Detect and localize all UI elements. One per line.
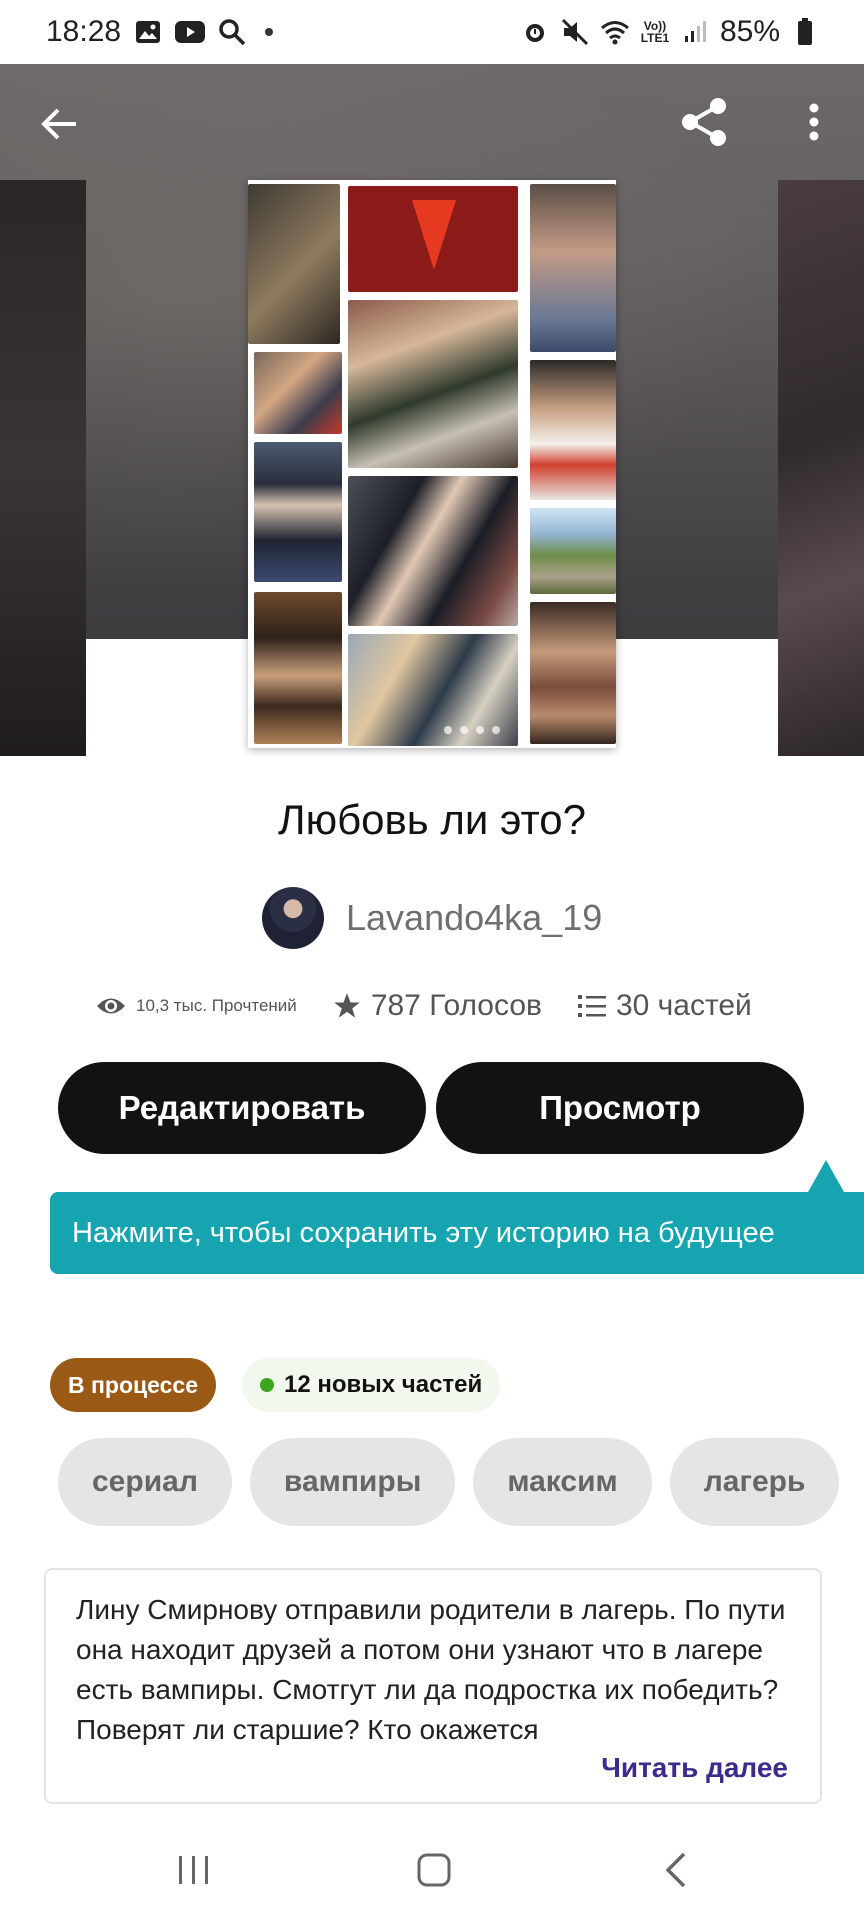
status-left: 18:28: [46, 15, 274, 49]
tag-chip[interactable]: максим: [473, 1438, 652, 1526]
volte-icon: Vo)) LTE1: [640, 17, 670, 47]
author-name[interactable]: Lavando4ka_19: [346, 897, 602, 939]
cover-collage-photo: [254, 442, 342, 582]
reads-count: 10,3 тыс. Прочтений: [136, 996, 297, 1015]
new-parts-label: 12 новых частей: [284, 1371, 483, 1398]
tag-list: сериал вампиры максим лагерь: [58, 1438, 840, 1526]
share-button[interactable]: [676, 94, 732, 150]
star-icon: [333, 993, 360, 1018]
cover-collage-photo: [348, 300, 518, 468]
author-row[interactable]: Lavando4ka_19: [262, 886, 602, 950]
author-avatar[interactable]: [262, 887, 324, 949]
recents-icon: [179, 1856, 208, 1884]
pioneer-tie-icon: [412, 200, 456, 270]
description-text: Лину Смирнову отправили родители в лагер…: [76, 1594, 786, 1745]
nav-back-button[interactable]: [648, 1842, 704, 1898]
edit-button[interactable]: Редактировать: [58, 1062, 426, 1154]
home-icon: [417, 1853, 451, 1887]
story-stats: 10,3 тыс. Прочтений 787 Голосов 30 часте…: [96, 980, 752, 1032]
cover-collage-photo: [248, 184, 340, 344]
search-icon: [217, 17, 247, 47]
parts-stat[interactable]: 30 частей: [577, 989, 752, 1023]
mute-icon: [560, 17, 590, 47]
status-time: 18:28: [46, 15, 122, 48]
cover-collage-photo: [254, 352, 342, 434]
cover-collage-photo: [530, 508, 616, 594]
battery-icon: [790, 17, 820, 47]
eye-icon: [97, 998, 125, 1014]
cover-collage-photo: [530, 602, 616, 744]
share-icon: [682, 98, 726, 146]
youtube-icon: [175, 17, 206, 47]
tag-chip[interactable]: лагерь: [669, 1438, 840, 1526]
wifi-icon: [600, 17, 630, 47]
alarm-icon: [520, 17, 550, 47]
volte-bottom-label: LTE1: [640, 31, 670, 45]
gallery-icon: [133, 17, 163, 47]
reads-stat: 10,3 тыс. Прочтений: [96, 995, 297, 1017]
signal-icon: [680, 17, 710, 47]
cover-collage-photo: [530, 184, 616, 352]
recents-button[interactable]: [166, 1842, 222, 1898]
status-right: Vo)) LTE1 85%: [520, 15, 820, 49]
view-button[interactable]: Просмотр: [436, 1062, 804, 1154]
votes-count: 787 Голосов: [370, 989, 542, 1022]
cover-collage-photo: [348, 186, 518, 292]
more-options-button[interactable]: [794, 94, 834, 150]
tag-chip[interactable]: сериал: [58, 1438, 232, 1526]
new-parts-badge: 12 новых частей: [242, 1358, 501, 1412]
tooltip-arrow: [808, 1160, 844, 1192]
story-description[interactable]: Лину Смирнову отправили родители в лагер…: [44, 1568, 822, 1804]
back-button[interactable]: [34, 98, 86, 150]
cover-watermark-dots: [444, 726, 500, 734]
cover-collage-photo: [348, 476, 518, 626]
parts-count: 30 частей: [615, 989, 752, 1022]
story-cover-image[interactable]: [248, 180, 616, 748]
votes-stat: 787 Голосов: [333, 989, 542, 1023]
cover-collage-photo: [530, 360, 616, 500]
story-cover-header: [0, 64, 864, 756]
system-navigation-bar: [0, 1820, 864, 1920]
next-cover-preview[interactable]: [778, 180, 864, 756]
new-indicator-dot-icon: [260, 1378, 274, 1392]
home-button[interactable]: [406, 1842, 462, 1898]
cover-collage-photo: [254, 592, 342, 744]
read-more-link[interactable]: Читать далее: [601, 1752, 788, 1784]
previous-cover-preview[interactable]: [0, 180, 86, 756]
chevron-left-icon: [665, 1852, 686, 1888]
save-story-tooltip[interactable]: Нажмите, чтобы сохранить эту историю на …: [50, 1192, 864, 1274]
notification-dot-icon: [265, 28, 274, 36]
list-icon: [577, 995, 606, 1017]
battery-percent: 85%: [719, 15, 780, 48]
back-arrow-icon: [41, 108, 76, 140]
story-title: Любовь ли это?: [278, 796, 586, 843]
status-badge: В процессе: [50, 1358, 216, 1412]
tooltip-text: Нажмите, чтобы сохранить эту историю на …: [72, 1216, 775, 1249]
status-bar: 18:28 Vo)) LTE1 85%: [0, 0, 864, 64]
more-vert-icon: [809, 103, 819, 141]
tag-chip[interactable]: вампиры: [249, 1438, 456, 1526]
